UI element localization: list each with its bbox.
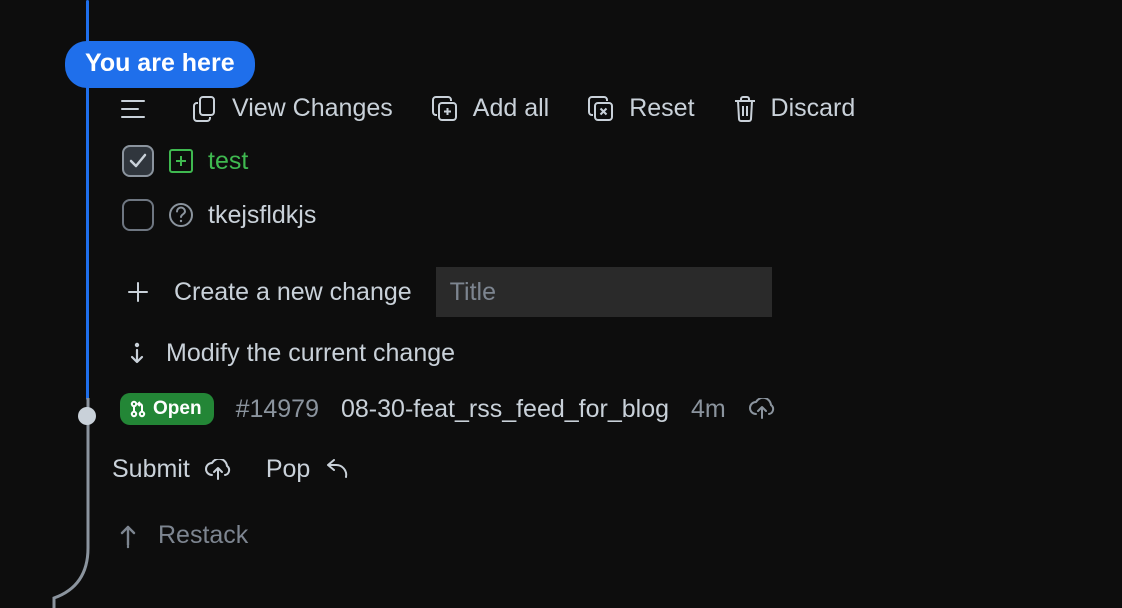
reset-icon <box>587 95 615 123</box>
cloud-upload-icon[interactable] <box>204 459 232 481</box>
cloud-upload-icon[interactable] <box>748 398 776 420</box>
pr-age: 4m <box>691 395 726 424</box>
discard-label: Discard <box>771 94 856 123</box>
plus-icon[interactable] <box>126 280 150 304</box>
amend-down-icon <box>126 341 148 367</box>
submit-button[interactable]: Submit <box>112 455 190 484</box>
arrow-up-icon <box>118 523 138 549</box>
file-untracked-icon <box>168 202 194 228</box>
you-are-here-badge: You are here <box>65 41 255 88</box>
add-all-button[interactable]: Add all <box>431 94 549 123</box>
file-row[interactable]: test <box>122 145 1080 177</box>
copy-icon <box>192 95 218 123</box>
file-added-icon <box>168 148 194 174</box>
reset-button[interactable]: Reset <box>587 94 694 123</box>
pr-number: #14979 <box>236 395 319 424</box>
check-icon <box>128 151 148 171</box>
file-checkbox[interactable] <box>122 145 154 177</box>
toolbar: View Changes Add all <box>120 94 1080 123</box>
create-change-label: Create a new change <box>174 278 412 307</box>
view-changes-button[interactable]: View Changes <box>192 94 393 123</box>
view-changes-label: View Changes <box>232 94 393 123</box>
branch-name: 08-30-feat_rss_feed_for_blog <box>341 395 669 424</box>
commit-dot[interactable] <box>78 407 96 425</box>
create-change-row: Create a new change <box>126 267 1080 317</box>
restack-label: Restack <box>158 521 248 550</box>
add-all-label: Add all <box>473 94 549 123</box>
pr-row[interactable]: Open #14979 08-30-feat_rss_feed_for_blog… <box>120 393 776 425</box>
git-pull-request-icon <box>130 400 146 418</box>
file-name: tkejsfldkjs <box>208 201 316 230</box>
submit-label: Submit <box>112 455 190 483</box>
reset-label: Reset <box>629 94 694 123</box>
pop-label: Pop <box>266 455 310 483</box>
modify-change-label: Modify the current change <box>166 339 455 368</box>
trash-icon <box>733 95 757 123</box>
menu-icon[interactable] <box>120 99 146 119</box>
timeline-curve <box>44 398 94 608</box>
discard-button[interactable]: Discard <box>733 94 856 123</box>
file-checkbox[interactable] <box>122 199 154 231</box>
you-are-here-label: You are here <box>85 49 235 77</box>
add-all-icon <box>431 95 459 123</box>
pop-button[interactable]: Pop <box>266 455 310 484</box>
undo-icon[interactable] <box>324 459 350 481</box>
submit-actions-row: Submit Pop <box>112 455 350 484</box>
file-row[interactable]: tkejsfldkjs <box>122 199 1080 231</box>
modify-change-row[interactable]: Modify the current change <box>126 339 1080 368</box>
pr-open-label: Open <box>153 398 202 420</box>
file-name: test <box>208 147 248 176</box>
restack-button[interactable]: Restack <box>118 521 248 550</box>
pr-open-badge: Open <box>120 393 214 425</box>
change-title-input[interactable] <box>436 267 772 317</box>
